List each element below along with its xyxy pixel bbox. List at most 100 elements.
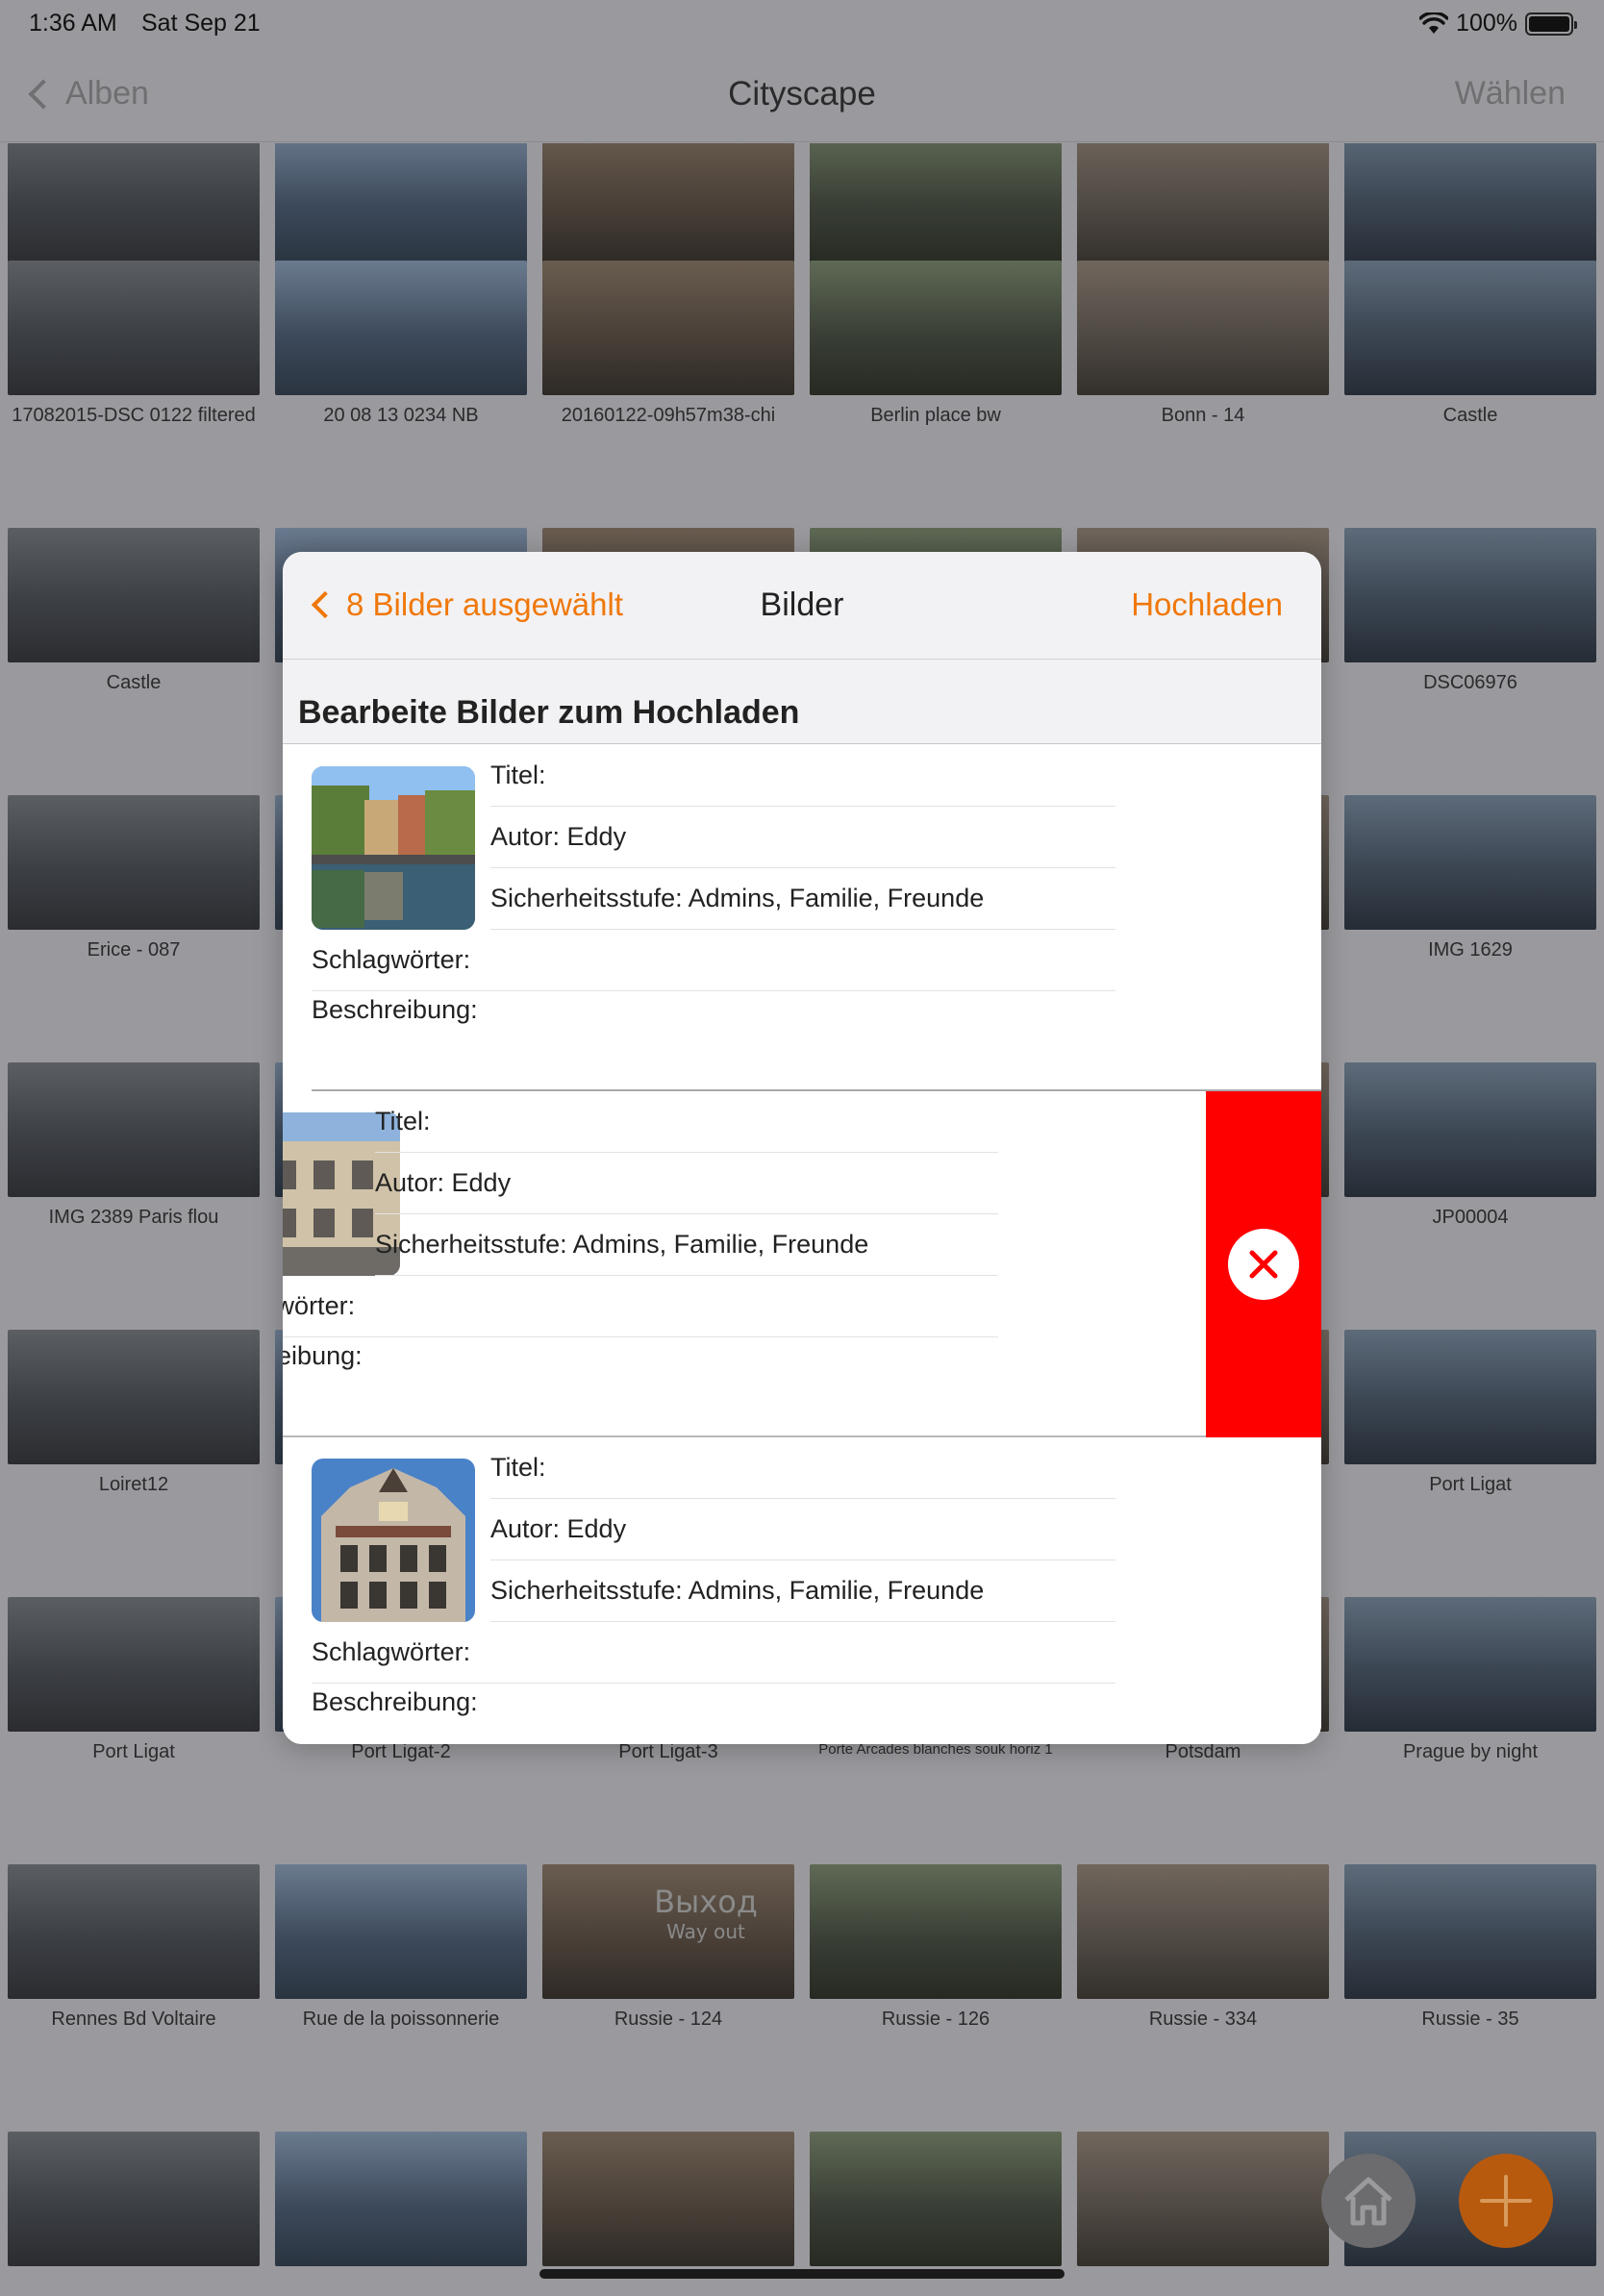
photo-thumbnail[interactable] (1344, 1330, 1596, 1464)
photo-thumbnail[interactable] (1344, 261, 1596, 395)
photo-cell[interactable]: IMG 1629 (1344, 786, 1596, 978)
photo-cell[interactable]: Russie - 334 (1077, 1855, 1329, 2047)
photo-caption: Russie - 124 (614, 2009, 723, 2030)
photo-caption: JP00004 (1432, 1207, 1509, 1228)
battery-percent: 100% (1456, 10, 1517, 37)
photo-cell[interactable]: Bonn - 14 (1077, 251, 1329, 443)
home-button[interactable] (1321, 2154, 1416, 2248)
photo-thumbnail[interactable] (8, 1864, 260, 1999)
photo-thumbnail[interactable] (312, 1459, 475, 1622)
photo-thumbnail[interactable] (8, 528, 260, 662)
privacy-field[interactable]: Sicherheitsstufe: Admins, Familie, Freun… (490, 1560, 1115, 1622)
wifi-icon (1419, 12, 1449, 34)
photo-thumbnail[interactable] (275, 143, 527, 264)
photo-caption: Castle (106, 672, 162, 693)
photo-thumbnail[interactable] (8, 1597, 260, 1732)
photo-cell[interactable]: Port Ligat (1344, 1320, 1596, 1512)
description-field[interactable]: Beschreibung: (283, 1326, 998, 1387)
photo-cell[interactable]: Rennes Bd Voltaire (8, 1855, 260, 2047)
photo-thumbnail[interactable] (275, 1864, 527, 1999)
delete-button[interactable] (1228, 1229, 1299, 1300)
close-icon (1249, 1250, 1278, 1279)
photo-cell[interactable] (8, 2122, 260, 2296)
photo-thumbnail[interactable] (1344, 1864, 1596, 1999)
home-indicator (539, 2269, 1065, 2279)
photo-thumbnail[interactable] (1344, 528, 1596, 662)
photo-caption: 20 08 13 0234 NB (323, 405, 479, 426)
photo-thumbnail[interactable] (542, 2132, 794, 2266)
author-field[interactable]: Autor: Eddy (375, 1153, 998, 1214)
status-bar: 1:36 AM Sat Sep 21 100% (0, 0, 1604, 46)
photo-cell[interactable]: DSC06976 (1344, 518, 1596, 711)
photo-cell[interactable]: Erice - 087 (8, 786, 260, 978)
photo-cell[interactable]: Castle (1344, 251, 1596, 443)
photo-thumbnail[interactable] (1344, 795, 1596, 930)
photo-thumbnail[interactable] (1077, 1864, 1329, 1999)
photo-cell[interactable] (1077, 2122, 1329, 2296)
photo-thumbnail[interactable] (810, 1864, 1062, 1999)
upload-item: Titel: Autor: Eddy Sicherheitsstufe: Adm… (283, 745, 1321, 1091)
title-field[interactable]: Titel: (490, 745, 1115, 807)
photo-cell[interactable]: Port Ligat (8, 1587, 260, 1780)
photo-thumbnail[interactable] (275, 2132, 527, 2266)
photo-caption: Port Ligat (92, 1741, 175, 1762)
photo-cell[interactable]: Russie - 126 (810, 1855, 1062, 2047)
privacy-field[interactable]: Sicherheitsstufe: Admins, Familie, Freun… (490, 868, 1115, 930)
photo-cell[interactable]: Prague by night (1344, 1587, 1596, 1780)
sign-text-line2: Way out (666, 1920, 745, 1943)
photo-thumbnail[interactable] (1077, 261, 1329, 395)
add-button[interactable] (1459, 2154, 1553, 2248)
photo-caption: Castle (1442, 405, 1498, 426)
photo-thumbnail[interactable] (542, 143, 794, 264)
photo-thumbnail[interactable] (8, 143, 260, 264)
photo-thumbnail[interactable] (542, 261, 794, 395)
photo-thumbnail[interactable] (8, 1330, 260, 1464)
photo-cell[interactable]: JP00004 (1344, 1053, 1596, 1245)
status-indicators: 100% (1419, 10, 1577, 37)
description-field[interactable]: Beschreibung: (312, 1672, 1115, 1734)
title-field[interactable]: Titel: (490, 1437, 1115, 1499)
modal-header: 8 Bilder ausgewählt Bilder Hochladen (283, 552, 1321, 660)
photo-thumbnail[interactable] (8, 1062, 260, 1197)
author-field[interactable]: Autor: Eddy (490, 1499, 1115, 1560)
photo-thumbnail[interactable] (312, 766, 475, 930)
photo-caption: IMG 1629 (1428, 939, 1513, 961)
title-field[interactable]: Titel: (375, 1091, 998, 1153)
status-time: 1:36 AM (29, 10, 117, 37)
photo-thumbnail[interactable] (810, 2132, 1062, 2266)
photo-cell[interactable]: Loiret12 (8, 1320, 260, 1512)
photo-thumbnail[interactable] (8, 261, 260, 395)
photo-thumbnail[interactable] (1077, 143, 1329, 264)
photo-cell[interactable]: 20160122-09h57m38-chi (542, 251, 794, 443)
photo-caption: Rue de la poissonnerie (302, 2009, 500, 2030)
description-field[interactable]: Beschreibung: (312, 980, 1115, 1041)
photo-thumbnail[interactable] (8, 795, 260, 930)
photo-thumbnail[interactable] (810, 261, 1062, 395)
photo-caption: Berlin place bw (870, 405, 1001, 426)
photo-thumbnail[interactable] (1077, 2132, 1329, 2266)
photo-caption: 17082015-DSC 0122 filtered (12, 405, 256, 426)
photo-thumbnail[interactable] (1344, 1062, 1596, 1197)
photo-thumbnail[interactable] (1344, 143, 1596, 264)
photo-cell[interactable] (275, 2122, 527, 2296)
photo-caption: Prague by night (1402, 1741, 1539, 1762)
photo-cell[interactable]: Castle (8, 518, 260, 711)
photo-cell[interactable]: 17082015-DSC 0122 filtered (8, 251, 260, 443)
delete-action[interactable] (1206, 1091, 1321, 1437)
upload-button[interactable]: Hochladen (1131, 586, 1283, 623)
photo-caption: Potsdam (1165, 1741, 1241, 1762)
photo-thumbnail[interactable] (810, 143, 1062, 264)
photo-cell[interactable]: 20 08 13 0234 NB (275, 251, 527, 443)
privacy-field[interactable]: Sicherheitsstufe: Admins, Familie, Freun… (375, 1214, 998, 1276)
photo-thumbnail[interactable] (8, 2132, 260, 2266)
author-field[interactable]: Autor: Eddy (490, 807, 1115, 868)
photo-cell[interactable]: IMG 2389 Paris flou (8, 1053, 260, 1245)
photo-caption: Loiret12 (98, 1474, 169, 1495)
photo-cell[interactable]: Berlin place bw (810, 251, 1062, 443)
photo-cell[interactable]: Rue de la poissonnerie (275, 1855, 527, 2047)
select-button[interactable]: Wählen (1455, 75, 1566, 112)
photo-cell[interactable]: Russie - 35 (1344, 1855, 1596, 2047)
section-title: Bearbeite Bilder zum Hochladen (298, 694, 800, 731)
photo-thumbnail[interactable] (1344, 1597, 1596, 1732)
photo-thumbnail[interactable] (275, 261, 527, 395)
